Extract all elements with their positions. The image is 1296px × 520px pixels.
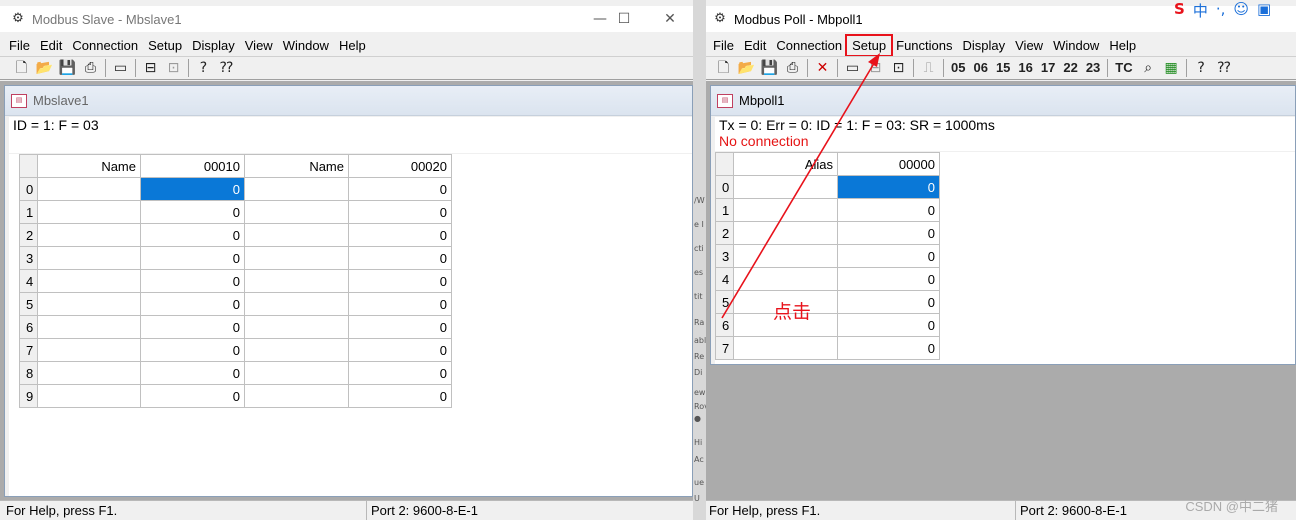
- annotation-arrow-line: [721, 59, 877, 319]
- annotation-label: 点击: [773, 301, 812, 323]
- watermark: CSDN @中二猪: [1185, 499, 1278, 514]
- annotation-arrow-head: [868, 53, 880, 67]
- annotation-arrow: [721, 53, 880, 319]
